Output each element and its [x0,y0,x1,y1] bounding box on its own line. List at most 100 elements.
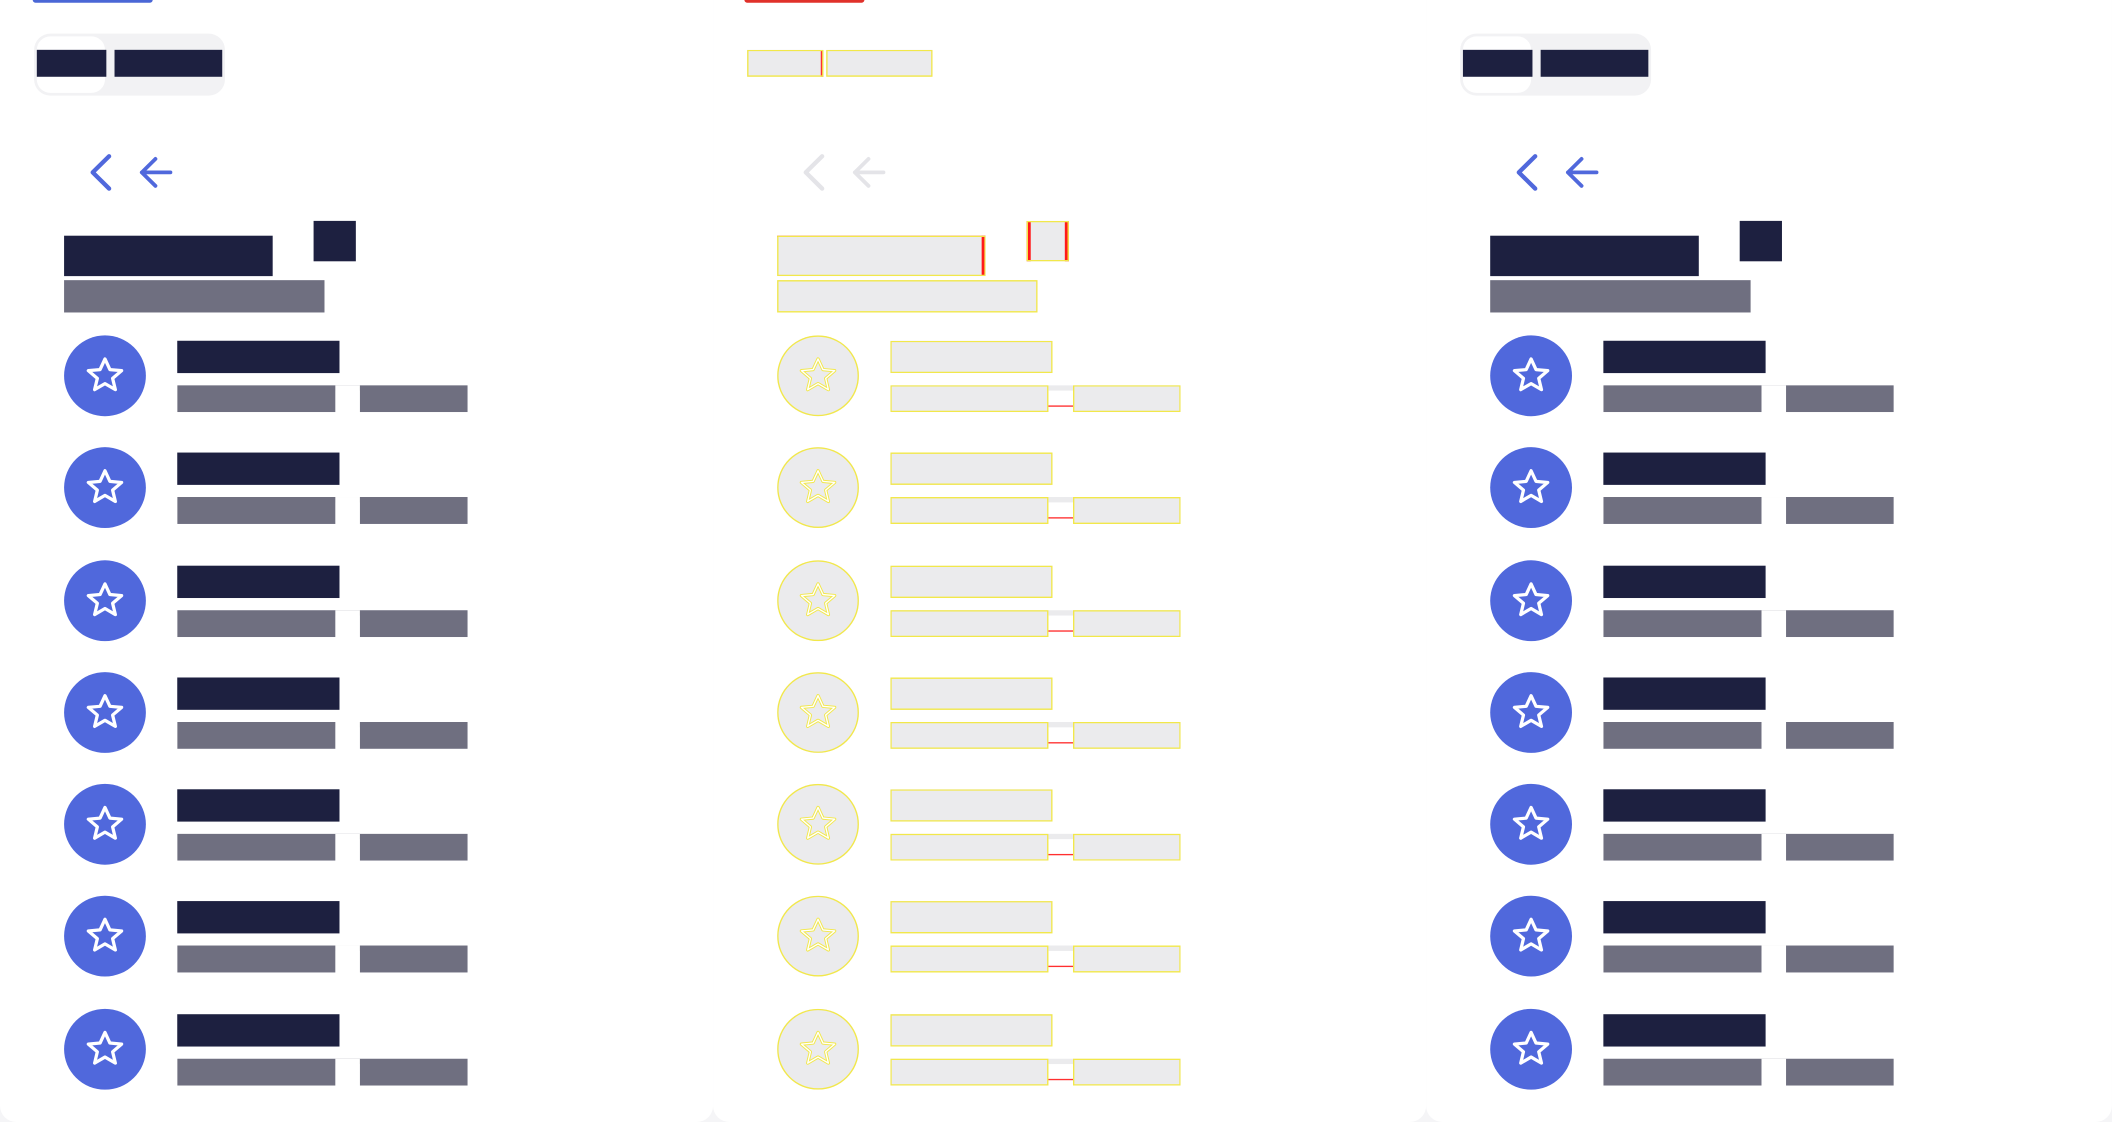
star-icon [86,469,124,504]
page-title [1490,235,1699,276]
star-icon [86,693,124,728]
title-badge [1739,220,1782,262]
star-icon [799,918,837,953]
star-avatar [64,335,146,417]
subtitle-segment [1603,385,1762,413]
star-icon [1512,918,1550,953]
item-title [890,789,1053,822]
star-icon [1512,357,1550,392]
item-subtitle [890,385,1181,413]
subtitle-segment [359,385,468,413]
item-subtitle [890,1058,1181,1086]
subtitle-segment [177,385,336,413]
subtitle-segment [890,609,1049,637]
star-avatar [1490,784,1573,865]
arrow-left-icon[interactable] [1560,150,1601,196]
star-icon [1512,1030,1550,1065]
item-list [64,334,514,1119]
item-title [890,677,1053,710]
item-title [1603,565,1766,598]
subtitle-gap [335,1058,360,1086]
item-title [1603,677,1766,710]
star-avatar [1490,1008,1573,1090]
list-item[interactable] [777,1007,1227,1119]
arrow-left-icon[interactable] [847,150,888,196]
segmented-control[interactable] [747,34,938,96]
segment-option-2[interactable] [114,49,223,77]
comparison-stage [0,0,2112,1122]
subtitle-segment [359,833,468,861]
title-badge [1026,220,1069,262]
subtitle-gap [1761,609,1787,637]
list-item[interactable] [1490,334,1940,446]
subtitle-segment [1072,385,1181,413]
subtitle-segment [1603,946,1762,974]
list-item[interactable] [64,671,514,783]
list-item[interactable] [64,446,514,558]
subtitle-gap [335,497,360,525]
list-item[interactable] [777,558,1227,670]
star-icon [1512,581,1550,616]
item-subtitle [890,609,1181,637]
item-title [1603,340,1766,374]
subtitle-gap [1048,385,1073,407]
subtitle-segment [359,609,468,637]
list-item[interactable] [1490,783,1940,895]
segment-option-1[interactable] [36,49,107,77]
list-item[interactable] [1490,446,1940,558]
segmented-control[interactable] [1460,33,1652,96]
subtitle-segment [177,833,336,861]
item-title [177,901,340,935]
star-icon [86,806,124,841]
item-list [1490,334,1940,1119]
item-subtitle [1603,833,1894,861]
list-item[interactable] [1490,558,1940,670]
subtitle-segment [177,497,336,525]
segment-option-2[interactable] [1540,49,1649,77]
subtitle-segment [1603,497,1762,525]
subtitle-segment [1072,833,1181,861]
item-subtitle [1603,497,1894,525]
star-avatar [777,335,859,417]
star-icon [86,357,124,392]
list-item[interactable] [777,671,1227,783]
item-title [890,565,1053,598]
segment-option-2[interactable] [826,49,933,77]
star-avatar [64,559,146,641]
chevron-left-icon[interactable] [1508,150,1549,196]
list-item[interactable] [64,895,514,1007]
nav-row [82,148,175,196]
item-title [177,565,340,598]
chevron-left-icon[interactable] [82,150,123,196]
arrow-left-icon[interactable] [134,150,175,196]
list-item[interactable] [64,334,514,446]
item-subtitle [1603,946,1894,974]
subtitle-segment [890,1058,1049,1086]
list-item[interactable] [777,783,1227,895]
subtitle-segment [359,497,468,525]
star-avatar [1490,335,1573,417]
list-item[interactable] [64,1007,514,1119]
list-item[interactable] [1490,1007,1940,1119]
segment-option-1[interactable] [1462,49,1533,77]
star-avatar [777,784,859,865]
list-item[interactable] [64,558,514,670]
star-icon [86,1030,124,1065]
list-item[interactable] [1490,671,1940,783]
list-item[interactable] [777,446,1227,558]
subtitle-gap [1761,385,1787,413]
segment-option-1[interactable] [747,49,824,77]
subtitle-gap [1761,833,1787,861]
list-item[interactable] [777,895,1227,1007]
list-item[interactable] [777,334,1227,446]
segmented-control[interactable] [34,33,225,96]
star-avatar [777,559,859,641]
subtitle-segment [1786,609,1894,637]
star-avatar [64,1008,146,1090]
list-item[interactable] [1490,895,1940,1007]
item-subtitle [890,721,1181,749]
chevron-left-icon[interactable] [795,150,836,196]
subtitle-segment [177,721,336,749]
list-item[interactable] [64,783,514,895]
subtitle-segment [890,946,1049,974]
